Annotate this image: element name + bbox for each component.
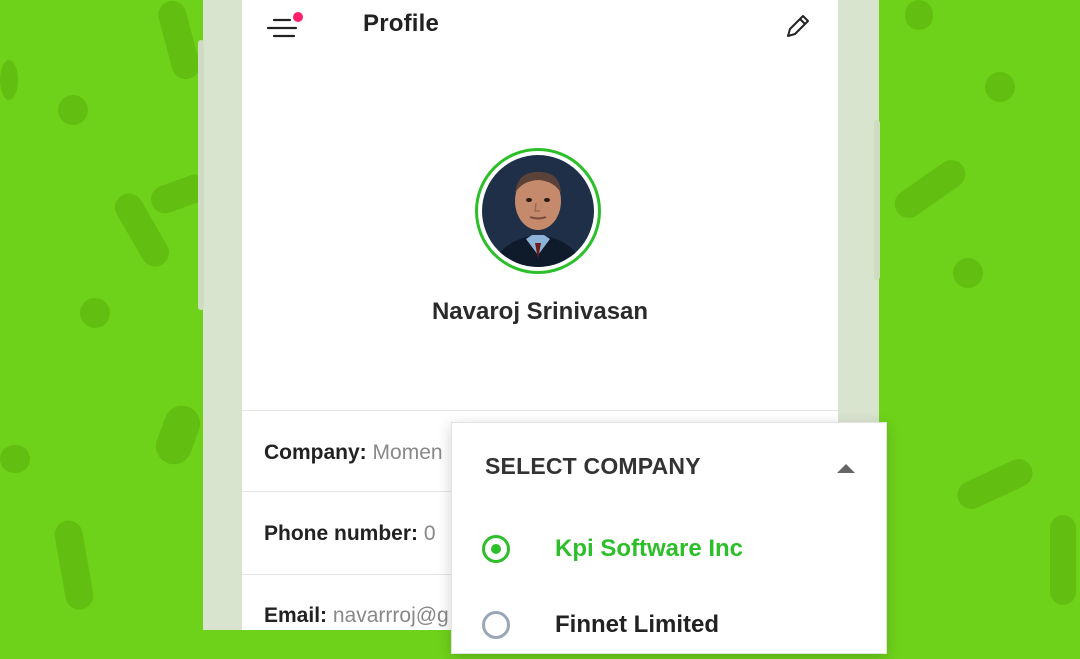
radio-selected-icon [482, 535, 510, 563]
phone-side-button [198, 40, 204, 310]
dropdown-collapse-button[interactable] [834, 461, 858, 477]
notification-dot [293, 12, 303, 22]
company-dropdown: SELECT COMPANY Kpi Software Inc Finnet L… [451, 422, 887, 654]
phone-side-button [874, 120, 880, 280]
company-option-label: Kpi Software Inc [555, 535, 744, 562]
dropdown-header: SELECT COMPANY [485, 453, 701, 479]
company-option-kpi-software[interactable]: Kpi Software Inc [452, 523, 886, 583]
company-value: Momen [372, 441, 443, 464]
app-bar: Profile [242, 0, 838, 52]
email-label: Email: [264, 604, 328, 627]
page-title: Profile [363, 10, 440, 37]
company-option-finnet[interactable]: Finnet Limited [452, 599, 886, 659]
phone-value: 0 [423, 522, 436, 545]
profile-name: Navaroj Srinivasan [431, 298, 649, 325]
company-label: Company: [264, 441, 367, 464]
pencil-icon [787, 15, 809, 37]
radio-unselected-icon [482, 611, 510, 639]
phone-label: Phone number: [264, 522, 419, 545]
menu-button[interactable] [266, 12, 303, 40]
avatar[interactable] [475, 148, 601, 274]
company-option-label: Finnet Limited [555, 611, 719, 638]
caret-up-icon [837, 464, 855, 473]
edit-profile-button[interactable] [783, 11, 813, 41]
avatar-photo [482, 155, 594, 267]
email-value: navarrroj@g [332, 604, 449, 627]
